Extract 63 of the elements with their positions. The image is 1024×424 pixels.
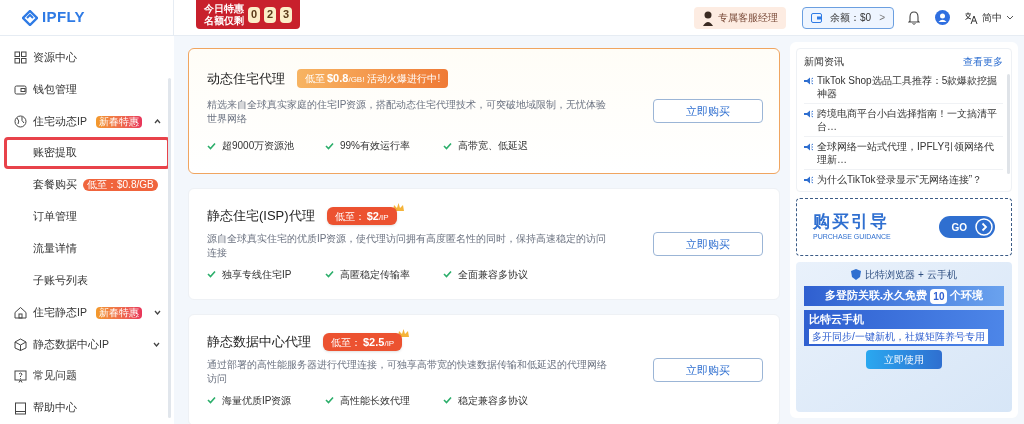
- ad-headline: 多登防关联.永久免费: [824, 287, 928, 304]
- submenu-item[interactable]: 账密提取: [33, 145, 77, 162]
- feature-text: 海量优质IP资源: [222, 393, 292, 408]
- buy-button[interactable]: 立即购买: [653, 232, 763, 256]
- digit-tile: 2: [264, 6, 276, 23]
- submenu-item[interactable]: 订单管理: [33, 209, 77, 225]
- card-title: 动态住宅代理: [207, 69, 285, 88]
- feature-text: 独享专线住宅IP: [222, 267, 292, 282]
- ad-headline: 个环境: [950, 287, 984, 304]
- card-title: 静态住宅(ISP)代理: [207, 207, 315, 226]
- card-description: 精选来自全球真实家庭的住宅IP资源，搭配动态住宅代理技术，可突破地域限制，无忧体验世界网络: [207, 98, 607, 127]
- price-tag: 低至 $0.8/GB! 活动火爆进行中!: [297, 69, 449, 88]
- card-description: 通过部署的高性能服务器进行代理连接，可独享高带宽的快速数据传输和低延迟的代理网络访问: [207, 357, 607, 386]
- balance-text: 余额：$0: [830, 11, 872, 25]
- ad-cta-button[interactable]: 立即使用: [866, 349, 942, 369]
- sidebar-item[interactable]: 住宅静态IP: [33, 304, 87, 321]
- guide-title: 购买引导: [813, 211, 890, 232]
- digit-tile: 3: [280, 6, 292, 23]
- go-button[interactable]: GO: [939, 216, 995, 238]
- card-description: 源自全球真实住宅的优质IP资源，使代理访问拥有高度匿名性的同时，保持高速稳定的访问连接: [207, 231, 607, 260]
- sidebar-item[interactable]: 钱包管理: [0, 73, 174, 106]
- sidebar-item[interactable]: 住宅动态IP: [33, 113, 87, 130]
- price-badge: 低至：$0.8/GB: [83, 179, 158, 192]
- sidebar-item[interactable]: 常见问题: [0, 360, 174, 393]
- submenu-item[interactable]: 套餐购买: [33, 177, 77, 194]
- buy-button[interactable]: 立即购买: [653, 99, 763, 123]
- feature-text: 高性能长效代理: [340, 393, 410, 408]
- buy-button[interactable]: 立即购买: [653, 358, 763, 382]
- news-title: 新闻资讯: [804, 55, 844, 69]
- ad-count: 10: [930, 288, 948, 304]
- ad-brand: 比特浏览器 + 云手机: [865, 268, 957, 282]
- promo-text: 今日特惠: [204, 2, 244, 14]
- ad-banner[interactable]: 比特浏览器 + 云手机 多登防关联.永久免费 10 个环境 比特云手机 多开同步/一键新机，社媒矩阵养号专用 立即使用: [796, 262, 1012, 412]
- balance-button[interactable]: 余额：$0 >: [802, 6, 894, 29]
- manager-button[interactable]: 专属客服经理: [694, 6, 787, 29]
- digit-tile: 0: [248, 6, 260, 23]
- price-tag: 低至： $2.5/IP: [323, 332, 403, 352]
- news-link[interactable]: TikTok Shop选品工具推荐：5款爆款挖掘神器: [817, 74, 1003, 100]
- feature-text: 99%有效运行率: [340, 139, 410, 154]
- card-title: 静态数据中心代理: [207, 333, 311, 352]
- price-tag: 低至： $2/IP: [326, 206, 397, 226]
- ad-product: 比特云手机: [809, 312, 864, 327]
- promo-text: 名额仅剩: [204, 14, 244, 27]
- news-link[interactable]: 跨境电商平台小白选择指南！一文搞清平台…: [817, 107, 1003, 133]
- feature-text: 高匿稳定传输率: [340, 267, 410, 282]
- chevron-text: >: [879, 11, 885, 25]
- sidebar-item[interactable]: 资源中心: [0, 42, 174, 74]
- promo-badge: 新春特惠: [95, 306, 142, 319]
- sidebar-item[interactable]: 帮助中心: [0, 392, 174, 424]
- submenu-item[interactable]: 子账号列表: [33, 272, 88, 289]
- sidebar-item[interactable]: 静态数据中心IP: [33, 336, 109, 353]
- logo-text: IPFLY: [42, 7, 85, 28]
- news-link[interactable]: 全球网络一站式代理，IPFLY引领网络代理新…: [817, 140, 1003, 166]
- feature-text: 稳定兼容多协议: [458, 393, 528, 408]
- language-selector[interactable]: 简中: [965, 10, 1014, 25]
- submenu-item[interactable]: 流量详情: [33, 241, 77, 257]
- promo-badge: 新春特惠: [95, 115, 142, 128]
- news-link[interactable]: 为什么TikTok登录显示“无网络连接”？: [817, 173, 983, 186]
- more-link[interactable]: 查看更多: [963, 54, 1003, 69]
- feature-text: 高带宽、低延迟: [458, 139, 528, 154]
- ad-tagline: 多开同步/一键新机，社媒矩阵养号专用: [809, 328, 988, 344]
- feature-text: 全面兼容多协议: [458, 267, 528, 282]
- feature-text: 超9000万资源池: [222, 139, 295, 154]
